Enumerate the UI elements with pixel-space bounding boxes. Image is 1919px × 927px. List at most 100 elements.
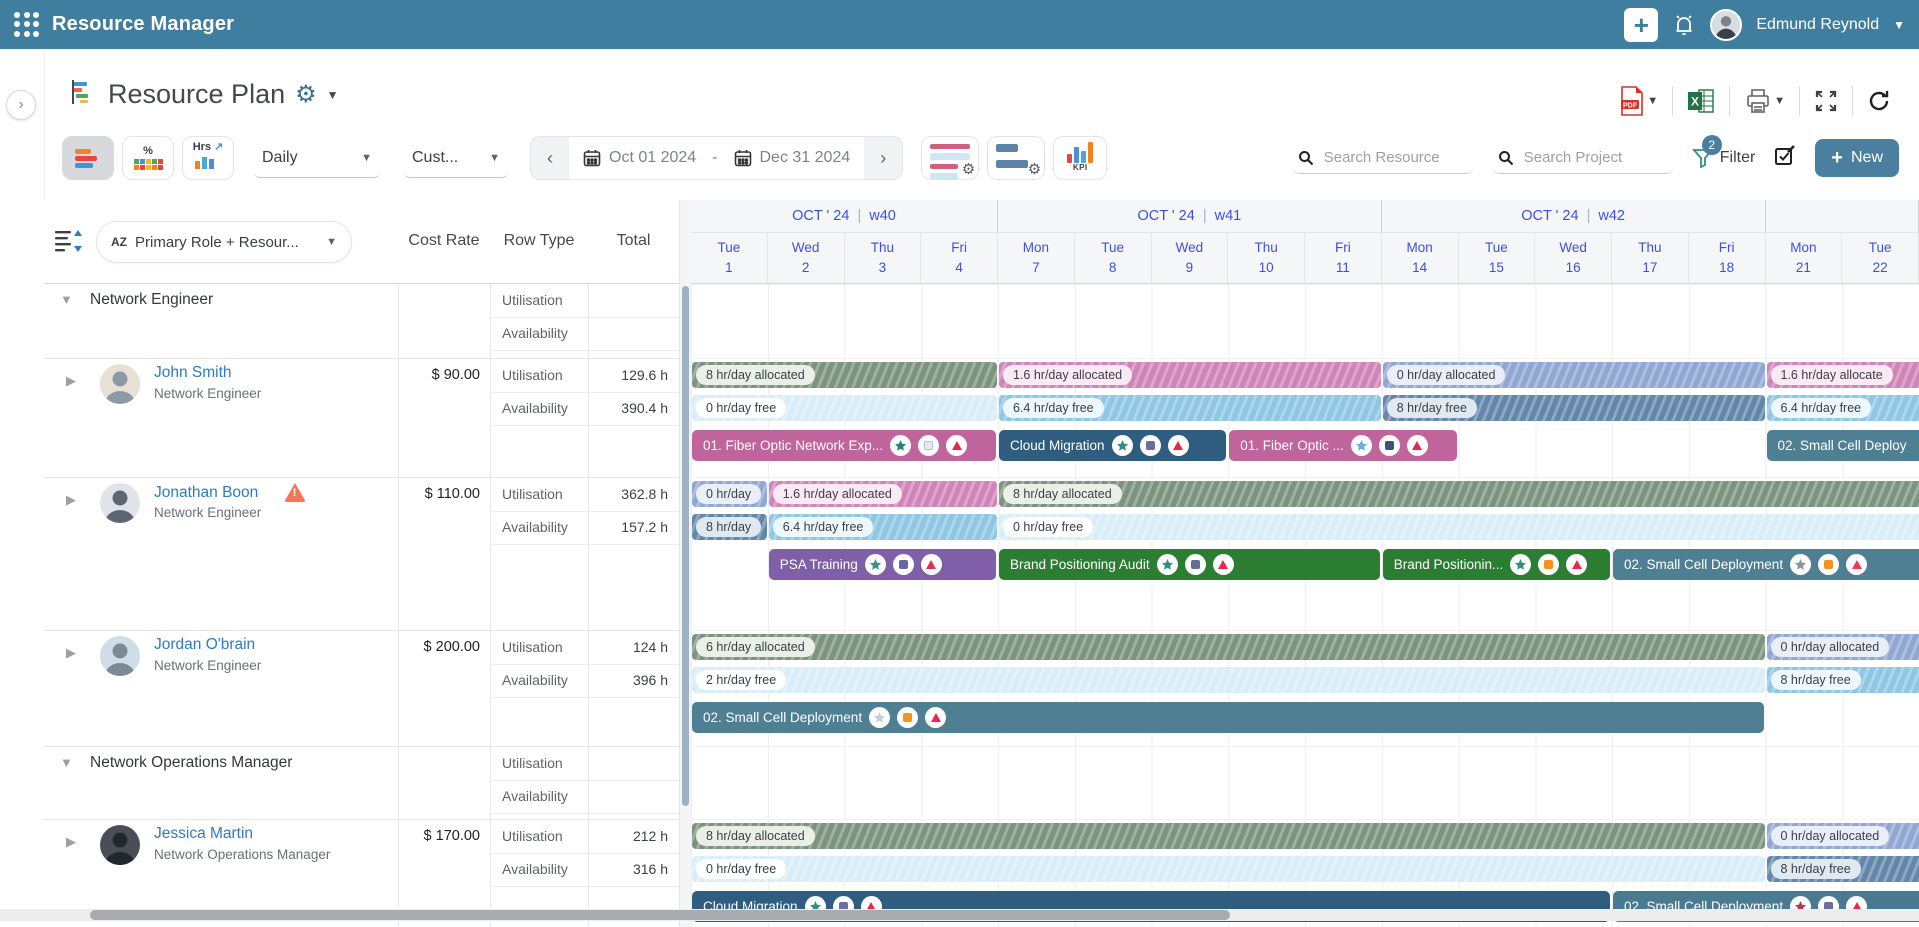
availability-bar-segment[interactable]: 0 hr/day free	[692, 395, 997, 421]
plan-settings-chevron-down-icon[interactable]: ▼	[327, 88, 339, 102]
horizontal-scrollbar-thumb[interactable]	[90, 910, 1230, 920]
export-pdf-button[interactable]: PDF ▼	[1619, 86, 1658, 116]
day-header-cell: Mon21	[1766, 233, 1843, 283]
plan-settings-gear-icon[interactable]: ⚙	[295, 83, 317, 107]
sidebar-expand-button[interactable]: ›	[6, 90, 36, 120]
utilisation-bar-segment[interactable]: 6 hr/day allocated	[692, 634, 1765, 660]
star-icon	[1351, 435, 1372, 456]
triangle-icon	[925, 707, 946, 728]
collapse-caret-icon[interactable]: ▼	[60, 292, 73, 307]
availability-bar-segment[interactable]: 6.4 hr/day free	[769, 514, 997, 540]
availability-bar-segment[interactable]: 0 hr/day free	[692, 856, 1765, 882]
column-header-total: Total	[588, 232, 679, 250]
project-bar[interactable]: 02. Small Cell Deployment	[1613, 549, 1919, 580]
utilisation-bar-segment[interactable]: 1.6 hr/day allocated	[769, 481, 997, 507]
sort-order-icon[interactable]	[54, 228, 84, 259]
utilisation-bar-segment[interactable]: 8 hr/day allocated	[999, 481, 1919, 507]
vertical-scrollbar-thumb[interactable]	[682, 286, 689, 806]
filter-button[interactable]: 2 Filter	[1692, 147, 1756, 169]
project-bar[interactable]: 01. Fiber Optic Network Exp...	[692, 430, 996, 461]
utilisation-bar-segment[interactable]: 1.6 hr/day allocated	[999, 362, 1381, 388]
resource-name-link[interactable]: Jonathan Boon	[154, 484, 258, 502]
hours-chart-view-button[interactable]: Hrs ↗	[182, 136, 234, 180]
utilisation-bar-segment[interactable]: 1.6 hr/day allocate	[1767, 362, 1919, 388]
group-by-select[interactable]: AZ Primary Role + Resour... ▼	[96, 221, 352, 263]
expand-caret-icon[interactable]: ▶	[66, 492, 76, 508]
availability-bar-segment[interactable]: 2 hr/day free	[692, 667, 1765, 693]
horizontal-scrollbar[interactable]	[0, 909, 1919, 921]
overallocation-warning-icon[interactable]	[284, 483, 306, 502]
expand-caret-icon[interactable]: ▶	[66, 373, 76, 389]
utilisation-bar-segment[interactable]: 0 hr/day allocated	[1767, 823, 1919, 849]
project-bar[interactable]: 02. Small Cell Deployment	[692, 702, 1764, 733]
availability-bar-segment[interactable]: 8 hr/day free	[1767, 856, 1919, 882]
row-divider	[490, 544, 679, 545]
availability-bar-segment[interactable]: 8 hr/day	[692, 514, 767, 540]
group-row: ▼Network EngineerUtilisationAvailability	[44, 284, 679, 358]
day-number: 1	[725, 258, 733, 278]
fullscreen-icon[interactable]	[1814, 89, 1838, 113]
kpi-chart-button[interactable]: KPI	[1053, 136, 1107, 180]
project-bar[interactable]: PSA Training	[769, 549, 996, 580]
availability-bar-segment[interactable]: 6.4 hr/day free	[999, 395, 1381, 421]
project-bar[interactable]: 01. Fiber Optic ...	[1229, 430, 1456, 461]
user-avatar[interactable]	[1710, 9, 1742, 41]
bar-label-pill: 6.4 hr/day free	[1771, 398, 1872, 418]
resource-name-link[interactable]: Jordan O'brain	[154, 636, 255, 654]
heatmap-view-button[interactable]: %	[122, 136, 174, 180]
square-icon	[1140, 435, 1161, 456]
expand-caret-icon[interactable]: ▶	[66, 834, 76, 850]
prev-period-button[interactable]: ‹	[531, 137, 569, 179]
heatmap-view-icon: %	[134, 146, 163, 170]
resource-name-link[interactable]: John Smith	[154, 364, 232, 382]
vertical-scrollbar[interactable]	[679, 200, 691, 927]
period-select[interactable]: Daily▼	[254, 138, 380, 178]
week-month-label: OCT ' 24	[1521, 208, 1578, 224]
availability-bar-segment[interactable]: 8 hr/day free	[1767, 667, 1919, 693]
availability-bar-segment[interactable]: 6.4 hr/day free	[1767, 395, 1919, 421]
next-period-button[interactable]: ›	[864, 137, 902, 179]
gantt-view-button[interactable]	[62, 136, 114, 180]
user-name[interactable]: Edmund Reynold	[1756, 16, 1879, 34]
utilisation-bar-segment[interactable]: 0 hr/day allocated	[1767, 634, 1919, 660]
app-grid-icon[interactable]	[14, 12, 40, 38]
day-name: Tue	[717, 238, 740, 258]
refresh-icon[interactable]	[1867, 89, 1891, 113]
utilisation-bar-segment[interactable]: 0 hr/day allocated	[1383, 362, 1765, 388]
triangle-icon	[946, 435, 967, 456]
page-title: Resource Plan	[108, 79, 285, 110]
project-bar[interactable]: 02. Small Cell Deploy	[1767, 430, 1919, 461]
export-excel-button[interactable]: X	[1687, 88, 1715, 114]
end-date-field[interactable]: Dec 31 2024	[720, 137, 865, 179]
bulk-edit-icon[interactable]	[1773, 144, 1797, 173]
expand-caret-icon[interactable]: ▶	[66, 645, 76, 661]
user-menu-chevron-down-icon[interactable]: ▼	[1893, 18, 1905, 32]
start-date-field[interactable]: Oct 01 2024	[569, 137, 710, 179]
utilisation-bar-segment[interactable]: 8 hr/day allocated	[692, 823, 1765, 849]
sort-az-icon: AZ	[111, 235, 127, 249]
day-name: Tue	[1101, 238, 1124, 258]
collapse-caret-icon[interactable]: ▼	[60, 755, 73, 770]
search-project-input[interactable]	[1522, 148, 1662, 167]
availability-bar-segment[interactable]: 0 hr/day free	[999, 514, 1919, 540]
quick-add-button[interactable]: +	[1624, 8, 1658, 42]
utilisation-bar-segment[interactable]: 8 hr/day allocated	[692, 362, 997, 388]
project-bar[interactable]: Brand Positioning Audit	[999, 549, 1380, 580]
search-resource-input[interactable]	[1322, 148, 1462, 167]
print-options-chevron-down-icon[interactable]: ▼	[1774, 95, 1785, 107]
utilisation-bar-segment[interactable]: 0 hr/day	[692, 481, 767, 507]
project-bar[interactable]: Cloud Migration	[999, 430, 1226, 461]
resource-name-link[interactable]: Jessica Martin	[154, 825, 253, 843]
pdf-options-chevron-down-icon[interactable]: ▼	[1647, 95, 1658, 107]
availability-bar-segment[interactable]: 8 hr/day free	[1383, 395, 1765, 421]
square-icon	[897, 707, 918, 728]
new-button[interactable]: + New	[1815, 139, 1899, 177]
range-preset-select[interactable]: Cust...▼	[404, 138, 508, 178]
search-icon	[1498, 150, 1514, 166]
notifications-icon[interactable]	[1672, 13, 1696, 37]
project-bar[interactable]: Brand Positionin...	[1383, 549, 1610, 580]
utilisation-bar-settings-button[interactable]: ⚙	[921, 136, 979, 180]
print-button[interactable]: ▼	[1744, 88, 1785, 114]
project-bar-settings-button[interactable]: ⚙	[987, 136, 1045, 180]
avatar	[100, 364, 140, 404]
